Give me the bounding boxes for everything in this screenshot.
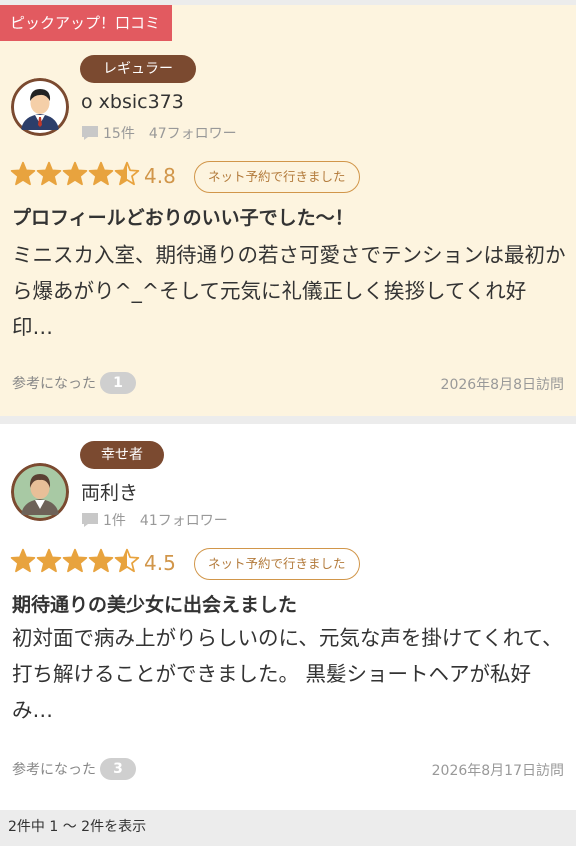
review-card-1[interactable]: ピックアップ！口コミ レギュラー o xbsic373 15件 47フォロワー … [0,5,576,416]
rating: 4.5 [10,548,176,578]
username[interactable]: o xbsic373 [81,91,184,113]
visit-date: 2026年8月17日訪問 [431,763,564,779]
rating-stars [10,161,140,191]
reservation-badge: ネット予約で行きました [194,161,360,193]
half-star-icon [114,548,140,578]
star-icon [10,548,36,578]
rating-score: 4.8 [144,164,176,188]
review-body[interactable]: ミニスカ入室、期待通りの若さ可愛さでテンションは最初から爆あがり^_^そして元気… [12,237,566,345]
star-icon [88,161,114,191]
follower-count: 41フォロワー [139,513,228,529]
star-icon [36,161,62,191]
user-rank-badge: 幸せ者 [80,441,164,469]
user-rank-badge: レギュラー [80,55,196,83]
helpful-row: 参考になった 3 [12,758,136,780]
user-avatar-icon[interactable] [11,463,69,521]
username[interactable]: 両利き [81,478,138,505]
reservation-badge: ネット予約で行きました [194,548,360,580]
pagination-summary: 2件中 1 〜 2件を表示 [0,811,576,846]
visit-date: 2026年8月8日訪問 [440,377,564,393]
pickup-label: ピックアップ！口コミ [0,5,173,41]
review-card-2[interactable]: 幸せ者 両利き 1件 41フォロワー 4.5 ネット予約で行きました 期待通りの… [0,424,576,810]
user-avatar-icon[interactable] [11,78,69,136]
rating-score: 4.5 [144,551,176,575]
user-meta: 15件 47フォロワー [81,123,237,143]
star-icon [10,161,36,191]
review-body[interactable]: 初対面で病み上がりらしいのに、元気な声を掛けてくれて、打ち解けることができました… [12,620,566,728]
star-icon [36,548,62,578]
follower-count: 47フォロワー [148,126,237,142]
helpful-row: 参考になった 1 [12,372,136,394]
post-count: 1件 [103,513,126,529]
comment-icon [81,512,99,528]
comment-icon [81,125,99,141]
helpful-label: 参考になった [12,762,96,778]
rating-stars [10,548,140,578]
star-icon [62,161,88,191]
post-count: 15件 [103,126,135,142]
helpful-label: 参考になった [12,376,96,392]
rating: 4.8 [10,161,176,191]
review-title[interactable]: プロフィールどおりのいい子でした〜！ [12,203,354,230]
star-icon [88,548,114,578]
star-icon [62,548,88,578]
helpful-count-button[interactable]: 1 [100,372,136,394]
review-title[interactable]: 期待通りの美少女に出会えました [12,590,297,617]
half-star-icon [114,161,140,191]
user-meta: 1件 41フォロワー [81,510,228,530]
helpful-count-button[interactable]: 3 [100,758,136,780]
